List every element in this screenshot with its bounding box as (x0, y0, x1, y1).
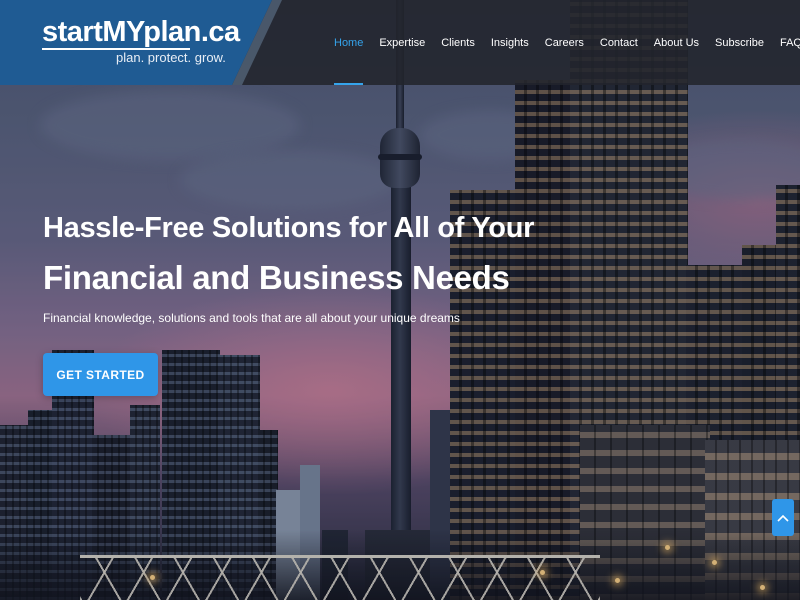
chevron-up-icon (777, 514, 789, 522)
scroll-to-top-button[interactable] (772, 499, 794, 536)
nav-expertise[interactable]: Expertise (371, 0, 433, 85)
hero-title-line1: Hassle-Free Solutions for All of Your (43, 212, 535, 244)
nav-faqs[interactable]: FAQs (772, 0, 800, 85)
nav-contact[interactable]: Contact (592, 0, 646, 85)
nav-insights[interactable]: Insights (483, 0, 537, 85)
nav-about-us[interactable]: About Us (646, 0, 707, 85)
logo-tagline: plan. protect. grow. (116, 50, 226, 65)
get-started-button[interactable]: GET STARTED (43, 353, 158, 396)
nav-clients[interactable]: Clients (433, 0, 483, 85)
hero-title-line2: Financial and Business Needs (43, 259, 510, 296)
nav-careers[interactable]: Careers (537, 0, 592, 85)
hero-background-image (0, 0, 800, 600)
hero-subtitle: Financial knowledge, solutions and tools… (43, 311, 460, 325)
logo-panel[interactable]: startMYplan.ca plan. protect. grow. (0, 0, 272, 85)
site-header: startMYplan.ca plan. protect. grow. Home… (0, 0, 800, 85)
logo-text[interactable]: startMYplan.ca (42, 16, 240, 48)
nav-subscribe[interactable]: Subscribe (707, 0, 772, 85)
nav-home[interactable]: Home (334, 0, 371, 85)
main-nav: Home Expertise Clients Insights Careers … (334, 0, 800, 85)
